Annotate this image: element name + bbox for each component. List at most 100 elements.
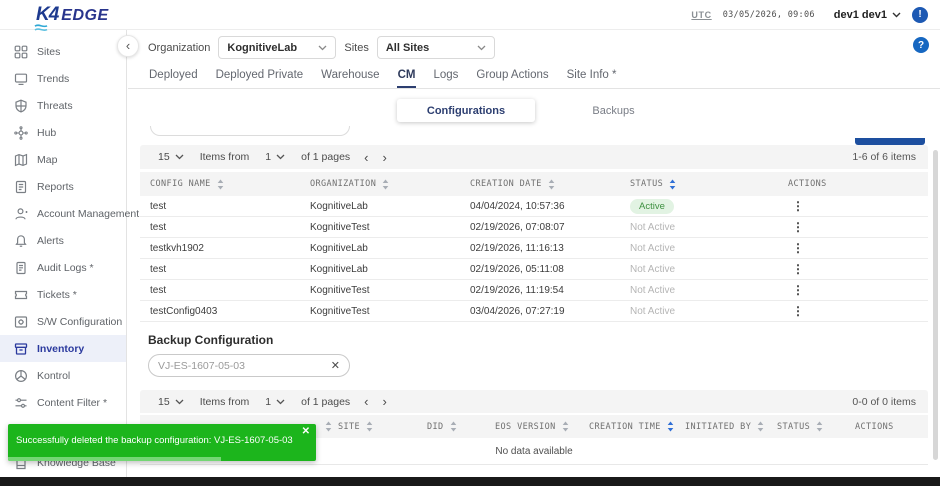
- cell-organization: KognitiveLab: [310, 264, 470, 275]
- tab-cm[interactable]: CM: [397, 65, 417, 88]
- row-actions-icon[interactable]: ⋮: [788, 199, 808, 213]
- sidebar-item-audit-logs[interactable]: Audit Logs *: [0, 254, 126, 281]
- sort-icon-active[interactable]: [667, 421, 674, 432]
- pages-label: of 1 pages: [301, 396, 350, 408]
- row-actions-icon[interactable]: ⋮: [788, 241, 808, 255]
- sidebar: Sites Trends Threats Hub Map Reports Acc…: [0, 30, 127, 477]
- column-status[interactable]: STATUS: [630, 179, 788, 190]
- subtab-backups[interactable]: Backups: [576, 99, 651, 122]
- vertical-scrollbar[interactable]: [933, 150, 938, 460]
- cell-actions: ⋮: [788, 304, 928, 318]
- page-size-value[interactable]: 15: [158, 151, 170, 163]
- table-row[interactable]: test KognitiveTest 02/19/2026, 11:19:54 …: [140, 280, 928, 301]
- config-pagination: 15 Items from 1 of 1 pages ‹ › 1-6 of 6 …: [140, 145, 928, 169]
- next-page-icon[interactable]: ›: [383, 395, 387, 408]
- cell-status: Not Active: [630, 243, 788, 254]
- tab-logs[interactable]: Logs: [432, 65, 459, 88]
- subtab-configurations[interactable]: Configurations: [397, 99, 535, 122]
- sidebar-item-sw-configuration[interactable]: S/W Configuration: [0, 308, 126, 335]
- row-actions-icon[interactable]: ⋮: [788, 262, 808, 276]
- backup-section-title: Backup Configuration: [148, 333, 273, 347]
- sidebar-item-kontrol[interactable]: Kontrol: [0, 362, 126, 389]
- sidebar-item-hub[interactable]: Hub: [0, 119, 126, 146]
- cell-organization: KognitiveLab: [310, 243, 470, 254]
- tab-group-actions[interactable]: Group Actions: [475, 65, 549, 88]
- cell-actions: ⋮: [788, 199, 928, 213]
- tab-site-info[interactable]: Site Info *: [566, 65, 618, 88]
- next-page-icon[interactable]: ›: [383, 151, 387, 164]
- app-logo[interactable]: K4 EDGE: [36, 4, 109, 26]
- sidebar-item-reports[interactable]: Reports: [0, 173, 126, 200]
- sidebar-item-map[interactable]: Map: [0, 146, 126, 173]
- badge-icon[interactable]: !: [912, 7, 928, 23]
- page-number-chevron-icon[interactable]: [276, 154, 285, 160]
- timezone-link[interactable]: UTC: [691, 10, 711, 20]
- toast-close-icon[interactable]: ✕: [302, 426, 310, 437]
- row-actions-icon[interactable]: ⋮: [788, 220, 808, 234]
- cell-organization: KognitiveTest: [310, 285, 470, 296]
- user-menu[interactable]: dev1 dev1: [834, 9, 901, 21]
- sidebar-item-label: Tickets *: [37, 289, 77, 301]
- row-actions-icon[interactable]: ⋮: [788, 283, 808, 297]
- prev-page-icon[interactable]: ‹: [364, 151, 368, 164]
- table-row[interactable]: testConfig0403 KognitiveTest 03/04/2026,…: [140, 301, 928, 322]
- organization-label: Organization: [148, 42, 210, 54]
- clear-search-icon[interactable]: ✕: [331, 359, 340, 372]
- sort-icon[interactable]: [450, 421, 457, 432]
- column-creation-time[interactable]: CREATION TIME: [589, 421, 685, 432]
- page-number-chevron-icon[interactable]: [276, 399, 285, 405]
- table-row[interactable]: test KognitiveLab 04/04/2024, 10:57:36 A…: [140, 196, 928, 217]
- tab-deployed-private[interactable]: Deployed Private: [215, 65, 305, 88]
- sidebar-item-inventory[interactable]: Inventory: [0, 335, 126, 362]
- sort-icon[interactable]: [562, 421, 569, 432]
- help-icon[interactable]: ?: [913, 37, 929, 53]
- column-initiated-by[interactable]: INITIATED BY: [685, 421, 777, 432]
- page-size-value[interactable]: 15: [158, 396, 170, 408]
- row-actions-icon[interactable]: ⋮: [788, 304, 808, 318]
- column-status[interactable]: STATUS: [777, 421, 855, 432]
- page-number-value[interactable]: 1: [265, 396, 271, 408]
- page-size-chevron-icon[interactable]: [175, 399, 184, 405]
- cell-actions: ⋮: [788, 241, 928, 255]
- sort-icon-active[interactable]: [669, 179, 676, 190]
- sort-icon[interactable]: [757, 421, 764, 432]
- table-row[interactable]: test KognitiveTest 02/19/2026, 07:08:07 …: [140, 217, 928, 238]
- column-organization[interactable]: ORGANIZATION: [310, 179, 470, 190]
- sidebar-item-content-filter[interactable]: Content Filter *: [0, 389, 126, 416]
- backup-search-input[interactable]: [158, 360, 331, 372]
- tab-warehouse[interactable]: Warehouse: [320, 65, 380, 88]
- sidebar-collapse-button[interactable]: ‹: [117, 35, 139, 57]
- sidebar-item-account-management[interactable]: Account Management: [0, 200, 126, 227]
- sidebar-item-trends[interactable]: Trends: [0, 65, 126, 92]
- shield-icon: [14, 99, 28, 113]
- sort-icon[interactable]: [548, 179, 555, 190]
- page-number-value[interactable]: 1: [265, 151, 271, 163]
- prev-page-icon[interactable]: ‹: [364, 395, 368, 408]
- column-did[interactable]: DID: [427, 421, 495, 432]
- column-site[interactable]: SITE: [338, 421, 427, 432]
- sort-icon[interactable]: [325, 421, 332, 432]
- sidebar-item-sites[interactable]: Sites: [0, 38, 126, 65]
- column-eos-version[interactable]: EOS VERSION: [495, 421, 589, 432]
- sort-icon[interactable]: [217, 179, 224, 190]
- organization-select[interactable]: KognitiveLab: [218, 36, 336, 59]
- tab-deployed[interactable]: Deployed: [148, 65, 199, 88]
- sites-select[interactable]: All Sites: [377, 36, 495, 59]
- sidebar-item-threats[interactable]: Threats: [0, 92, 126, 119]
- page-size-chevron-icon[interactable]: [175, 154, 184, 160]
- sort-icon[interactable]: [366, 421, 373, 432]
- sidebar-item-label: Threats: [37, 100, 73, 112]
- table-row[interactable]: testkvh1902 KognitiveLab 02/19/2026, 11:…: [140, 238, 928, 259]
- cell-creation-date: 02/19/2026, 11:19:54: [470, 285, 630, 296]
- sort-icon[interactable]: [816, 421, 823, 432]
- column-config-name[interactable]: CONFIG NAME: [150, 179, 310, 190]
- sidebar-item-alerts[interactable]: Alerts: [0, 227, 126, 254]
- column-creation-date[interactable]: CREATION DATE: [470, 179, 630, 190]
- table-row[interactable]: test KognitiveLab 02/19/2026, 05:11:08 N…: [140, 259, 928, 280]
- cell-actions: ⋮: [788, 283, 928, 297]
- sort-icon[interactable]: [382, 179, 389, 190]
- config-search-input-partial[interactable]: [150, 126, 350, 136]
- primary-action-button-partial[interactable]: [855, 138, 925, 145]
- cell-status: Not Active: [630, 306, 788, 317]
- sidebar-item-tickets[interactable]: Tickets *: [0, 281, 126, 308]
